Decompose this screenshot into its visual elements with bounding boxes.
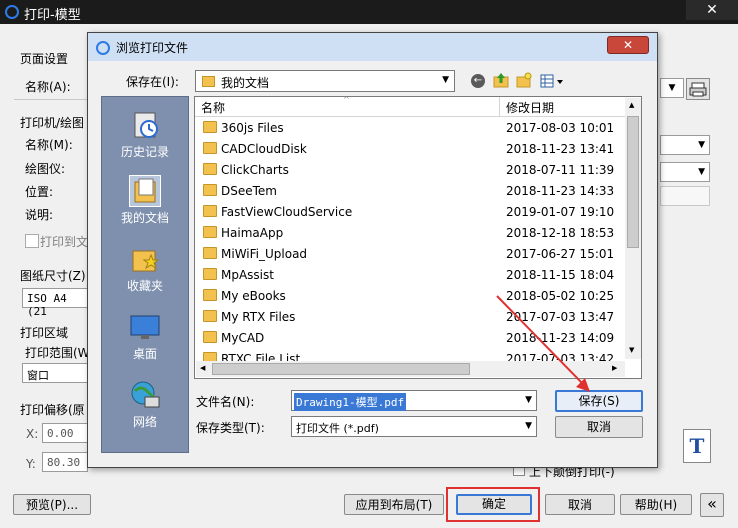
annotation-arrow [496,295,590,392]
